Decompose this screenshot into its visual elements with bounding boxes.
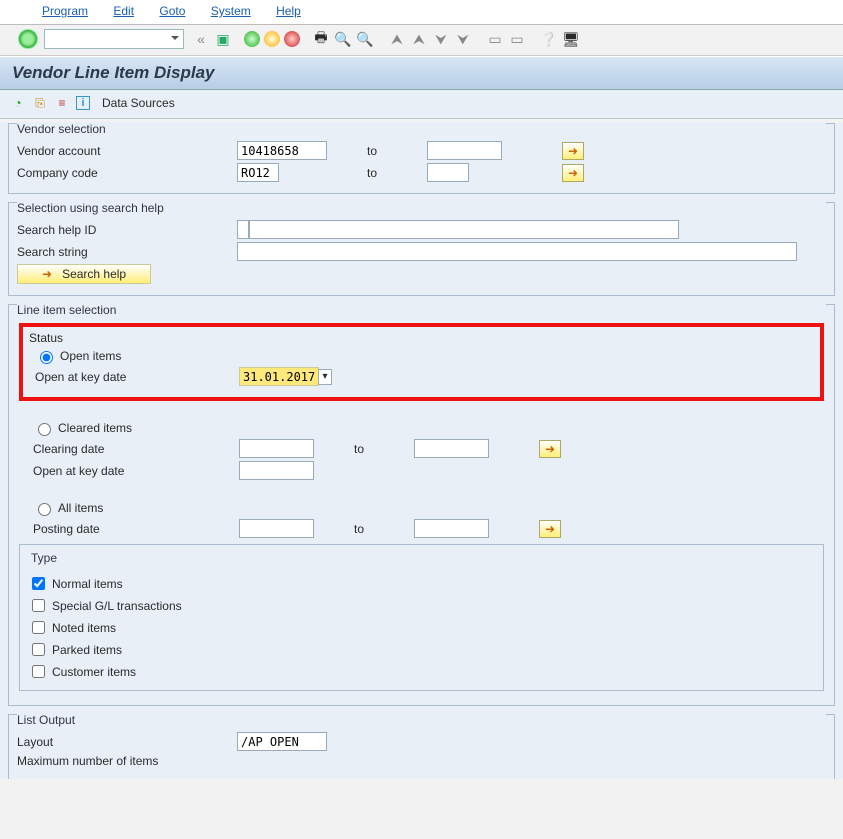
special-gl-checkbox[interactable] — [32, 599, 45, 612]
layout-icon[interactable]: 🖥 — [562, 30, 580, 48]
menu-help[interactable]: Help — [276, 4, 301, 18]
customer-items-label: Customer items — [52, 665, 136, 679]
type-box: Type Normal items Special G/L transactio… — [19, 544, 824, 691]
menu-goto[interactable]: Goto — [159, 4, 185, 18]
highlight-open-items-box: Status Open items Open at key date ▾ — [19, 323, 824, 401]
status-legend: Status — [29, 331, 63, 345]
cleared-items-radio[interactable] — [38, 423, 51, 436]
clearing-date-to-input[interactable] — [414, 439, 489, 458]
special-gl-label: Special G/L transactions — [52, 599, 182, 613]
date-picker-icon[interactable]: ▾ — [318, 369, 332, 385]
save-icon[interactable]: ▣ — [214, 30, 232, 48]
help-icon[interactable]: ❔ — [540, 30, 558, 48]
new-session-icon[interactable]: ▭ — [486, 30, 504, 48]
arrow-right-icon: ➜ — [42, 267, 52, 281]
page-title: Vendor Line Item Display — [0, 56, 843, 90]
vendor-selection-group: Vendor selection Vendor account to ➜ Com… — [8, 123, 835, 194]
company-code-to-input[interactable] — [427, 163, 469, 182]
vendor-selection-legend: Vendor selection — [17, 122, 826, 138]
normal-items-checkbox[interactable] — [32, 577, 45, 590]
app-toolbar: ◔ ⎘ ≡ i Data Sources — [0, 90, 843, 119]
parked-items-label: Parked items — [52, 643, 122, 657]
clearing-date-multiselect-button[interactable]: ➜ — [539, 440, 561, 458]
company-code-to-label: to — [327, 166, 427, 180]
posting-date-label: Posting date — [33, 522, 239, 536]
type-legend: Type — [28, 551, 60, 565]
layout-input[interactable] — [237, 732, 327, 751]
normal-items-label: Normal items — [52, 577, 123, 591]
find-icon: 🔍 — [334, 30, 352, 48]
prev-page-icon: ⮝ — [410, 30, 428, 48]
first-page-icon: ⮝ — [388, 30, 406, 48]
exit-ball-icon[interactable] — [264, 31, 280, 47]
open-items-radio[interactable] — [40, 351, 53, 364]
customer-items-checkbox[interactable] — [32, 665, 45, 678]
posting-date-to-input[interactable] — [414, 519, 489, 538]
company-code-label: Company code — [17, 166, 237, 180]
noted-items-label: Noted items — [52, 621, 116, 635]
list-output-group: List Output Layout Maximum number of ite… — [8, 714, 835, 779]
vendor-account-from-input[interactable] — [237, 141, 327, 160]
max-items-label: Maximum number of items — [17, 754, 237, 768]
menu-program[interactable]: Program — [42, 4, 88, 18]
open-keydate-label: Open at key date — [35, 370, 239, 384]
menu-bar: Program Edit Goto System Help — [0, 0, 843, 25]
find-next-icon: 🔍 — [356, 30, 374, 48]
noted-items-checkbox[interactable] — [32, 621, 45, 634]
search-help-group: Selection using search help Search help … — [8, 202, 835, 296]
status-box: Status Open items Open at key date ▾ Cle… — [19, 323, 824, 538]
menu-system[interactable]: System — [211, 4, 251, 18]
info-icon[interactable]: i — [76, 96, 90, 110]
vendor-account-label: Vendor account — [17, 144, 237, 158]
last-page-icon: ⮟ — [454, 30, 472, 48]
next-page-icon: ⮟ — [432, 30, 450, 48]
search-help-id-label: Search help ID — [17, 223, 237, 237]
search-help-legend: Selection using search help — [17, 201, 826, 217]
clearing-date-label: Clearing date — [33, 442, 239, 456]
all-items-label: All items — [58, 501, 103, 515]
company-code-multiselect-button[interactable]: ➜ — [562, 164, 584, 182]
search-help-button[interactable]: ➜ Search help — [17, 264, 151, 284]
search-help-button-label: Search help — [62, 267, 126, 281]
open-keydate-input[interactable] — [239, 367, 319, 386]
back-ball-icon[interactable] — [244, 31, 260, 47]
vendor-account-to-label: to — [327, 144, 427, 158]
execute-icon[interactable]: ◔ — [10, 95, 26, 111]
company-code-from-input[interactable] — [237, 163, 279, 182]
command-field[interactable] — [44, 29, 184, 49]
list-output-legend: List Output — [17, 713, 826, 729]
data-sources-label[interactable]: Data Sources — [102, 96, 175, 110]
line-item-selection-legend: Line item selection — [17, 303, 826, 319]
print-icon[interactable]: 🖶 — [312, 30, 330, 48]
posting-date-from-input[interactable] — [239, 519, 314, 538]
posting-date-multiselect-button[interactable]: ➜ — [539, 520, 561, 538]
shortcut-icon[interactable]: ▭ — [508, 30, 526, 48]
posting-date-to-label: to — [314, 522, 414, 536]
search-help-id-short-input[interactable] — [237, 220, 249, 239]
system-toolbar: « ▣ 🖶 🔍 🔍 ⮝ ⮝ ⮟ ⮟ ▭ ▭ ❔ 🖥 — [0, 25, 843, 56]
dynamic-selections-icon[interactable]: ≡ — [54, 95, 70, 111]
cancel-ball-icon[interactable] — [284, 31, 300, 47]
layout-label: Layout — [17, 735, 237, 749]
variant-icon[interactable]: ⎘ — [32, 95, 48, 111]
vendor-account-multiselect-button[interactable]: ➜ — [562, 142, 584, 160]
search-string-input[interactable] — [237, 242, 797, 261]
all-items-radio[interactable] — [38, 503, 51, 516]
search-string-label: Search string — [17, 245, 237, 259]
cleared-items-label: Cleared items — [58, 421, 132, 435]
back-icon[interactable]: « — [192, 30, 210, 48]
vendor-account-to-input[interactable] — [427, 141, 502, 160]
cleared-keydate-input[interactable] — [239, 461, 314, 480]
line-item-selection-group: Line item selection Status Open items Op… — [8, 304, 835, 706]
parked-items-checkbox[interactable] — [32, 643, 45, 656]
enter-button[interactable] — [18, 29, 38, 49]
clearing-date-from-input[interactable] — [239, 439, 314, 458]
clearing-date-to-label: to — [314, 442, 414, 456]
menu-edit[interactable]: Edit — [113, 4, 134, 18]
open-items-label: Open items — [60, 349, 121, 363]
search-help-id-input[interactable] — [249, 220, 679, 239]
cleared-keydate-label: Open at key date — [33, 464, 239, 478]
